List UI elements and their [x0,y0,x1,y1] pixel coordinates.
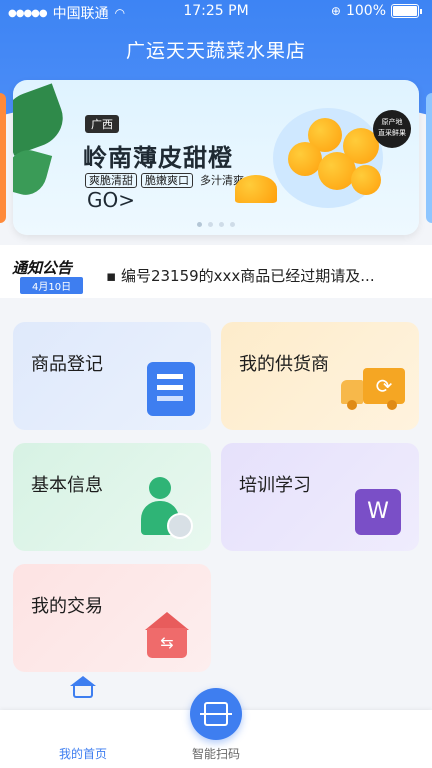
status-bar: ●●●●● 中国联通 ◠ 17:25 PM ⊕ 100% [0,0,432,24]
leaf-decoration [13,145,53,200]
banner-feature: 脆嫩爽口 [141,173,193,188]
card-label: 商品登记 [31,354,103,375]
orientation-lock-icon: ⊕ [330,4,341,18]
tab-home[interactable]: 我的首页 [33,745,133,762]
card-my-suppliers[interactable]: 我的供货商 ⟳ [221,322,419,430]
card-label: 我的供货商 [239,354,329,375]
battery-percent: 100% [345,3,386,19]
card-label: 培训学习 [239,475,311,496]
exchange-house-icon: ⇆ [145,612,189,658]
orange-image [318,152,356,190]
banner-title: 岭南薄皮甜橙 [83,144,233,172]
person-icon [141,477,193,539]
card-label: 基本信息 [31,475,103,496]
card-product-registration[interactable]: 商品登记 [13,322,211,430]
scan-button[interactable] [190,688,242,740]
orange-image [288,142,322,176]
card-training[interactable]: 培训学习 W [221,443,419,551]
notice-title: 通知公告 [12,259,73,277]
badge-line: 直采鲜果 [378,129,406,137]
notice-text: ▪ 编号23159的xxx商品已经过期请及... [106,267,375,285]
document-icon [147,362,195,416]
notice-date: 4月10日 [20,277,84,294]
banner-features: 爽脆清甜 脆嫩爽口 多汁清爽 [85,172,251,188]
badge-line: 原产地 [381,118,403,126]
orange-image [351,165,381,195]
origin-badge: 原产地 直采鲜果 [373,110,411,148]
notice-bar[interactable]: 通知公告 4月10日 ▪ 编号23159的xxx商品已经过期请及... [0,245,432,298]
leaf-decoration [13,83,71,156]
banner-tag: 广西 [85,115,119,133]
training-book-icon: W [355,489,401,535]
truck-icon: ⟳ [341,368,405,410]
promo-banner[interactable]: 广西 岭南薄皮甜橙 爽脆清甜 脆嫩爽口 多汁清爽 GO> 原产地 直采鲜果 [13,80,419,235]
banner-next-peek[interactable] [426,93,432,223]
battery-icon [391,4,419,18]
banner-prev-peek[interactable] [0,93,6,223]
card-basic-info[interactable]: 基本信息 [13,443,211,551]
page-title: 广运天天蔬菜水果店 [125,40,306,62]
orange-slice-image [235,175,277,203]
tab-scan[interactable]: 智能扫码 [166,745,266,762]
home-icon[interactable] [70,676,96,700]
card-label: 我的交易 [31,596,103,617]
banner-feature: 爽脆清甜 [85,173,137,188]
banner-go[interactable]: GO> [87,188,135,212]
carousel-indicator [13,222,419,227]
tab-bar: 我的首页 智能扫码 [0,676,432,768]
card-my-transactions[interactable]: 我的交易 ⇆ [13,564,211,672]
